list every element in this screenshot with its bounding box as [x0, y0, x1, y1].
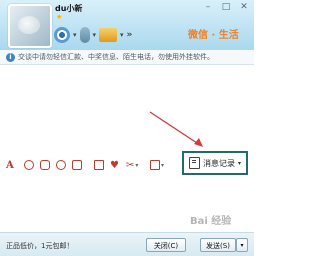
- promo-link[interactable]: 正品低价，1元包邮！: [6, 241, 73, 251]
- voice-call-icon[interactable]: [79, 27, 90, 43]
- close-button[interactable]: 关闭(C): [146, 238, 186, 252]
- avatar[interactable]: [8, 4, 52, 48]
- close-window-button[interactable]: ✕: [238, 2, 250, 13]
- more-tools-icon[interactable]: »: [127, 30, 133, 40]
- history-icon: [188, 157, 200, 169]
- video-call-icon[interactable]: [54, 27, 70, 43]
- message-history-area[interactable]: [0, 65, 254, 148]
- history-dropdown-icon[interactable]: ▾: [238, 160, 241, 167]
- chat-toolbar: ▾ ▾ ▾ »: [54, 24, 132, 46]
- minimize-button[interactable]: –: [202, 2, 214, 13]
- gift-icon[interactable]: ♥: [110, 158, 119, 172]
- video-dropdown-icon[interactable]: ▾: [73, 31, 77, 39]
- voice-dropdown-icon[interactable]: ▾: [93, 31, 97, 39]
- watermark: Bai 经验: [190, 216, 232, 227]
- font-icon[interactable]: A: [6, 158, 14, 172]
- notice-text: 交谈中请勿轻信汇款、中奖信息、陌生电话，勿使用外挂软件。: [18, 53, 214, 61]
- history-label: 消息记录: [202, 158, 235, 168]
- info-icon: i: [6, 52, 15, 62]
- send-button[interactable]: 发送(S): [200, 238, 236, 252]
- shake-icon[interactable]: [56, 158, 66, 172]
- send-options-dropdown[interactable]: ▾: [236, 238, 248, 252]
- chat-header: du小新 ★ – □ ✕ ▾ ▾ ▾ » 微信 · 生活: [0, 0, 254, 50]
- format-toolbar: A ♥ ✂ ▾ ▾ 消息记录 ▾: [0, 148, 254, 180]
- window-controls: – □ ✕: [202, 2, 250, 13]
- file-transfer-icon[interactable]: [99, 28, 118, 42]
- bottom-bar: 正品低价，1元包邮！ 关闭(C) 发送(S) ▾: [0, 232, 254, 256]
- level-star-icon: ★: [56, 13, 63, 21]
- chat-window: du小新 ★ – □ ✕ ▾ ▾ ▾ » 微信 · 生活 i 交谈中请勿轻信汇款…: [0, 0, 254, 256]
- image-icon[interactable]: [94, 158, 104, 172]
- message-history-button[interactable]: 消息记录 ▾: [182, 151, 248, 175]
- emoji-icon[interactable]: [24, 158, 34, 172]
- calendar-icon[interactable]: ▾: [150, 158, 164, 172]
- brand-banner[interactable]: 微信 · 生活: [188, 26, 239, 41]
- security-notice: i 交谈中请勿轻信汇款、中奖信息、陌生电话，勿使用外挂软件。: [0, 50, 254, 65]
- magic-emoji-icon[interactable]: [40, 158, 50, 172]
- file-dropdown-icon[interactable]: ▾: [120, 31, 124, 39]
- maximize-button[interactable]: □: [220, 2, 232, 13]
- annotation-arrow: [149, 111, 203, 147]
- voice-message-icon[interactable]: [72, 158, 82, 172]
- screenshot-icon[interactable]: ✂ ▾: [126, 158, 138, 172]
